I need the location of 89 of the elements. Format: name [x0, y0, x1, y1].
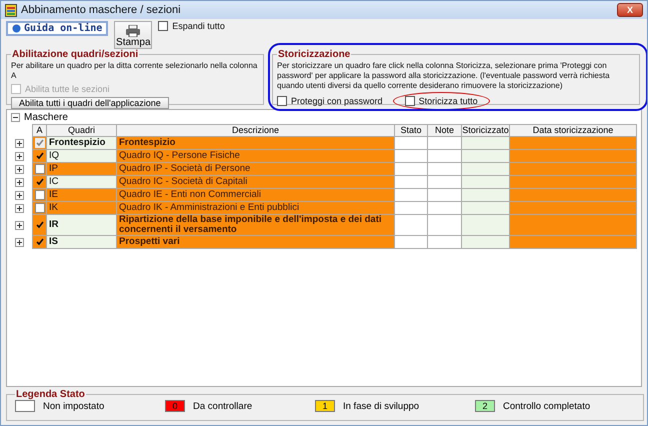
expand-icon[interactable] — [15, 221, 24, 230]
help-button[interactable]: Guida on-line — [6, 21, 108, 36]
history-cell — [462, 215, 510, 236]
history-cell — [462, 176, 510, 189]
row-checkbox[interactable] — [34, 190, 44, 200]
expand-icon[interactable] — [15, 191, 24, 200]
print-button[interactable]: Stampa — [114, 21, 152, 49]
description-cell: Frontespizio — [117, 137, 395, 150]
note-cell — [428, 176, 462, 189]
column-header: A — [32, 124, 47, 137]
note-cell — [428, 202, 462, 215]
row-checkbox[interactable] — [34, 177, 44, 187]
group-description: Per abilitare un quadro per la ditta corrente selezionarlo nella colonna A — [11, 61, 258, 81]
status-cell — [395, 202, 428, 215]
column-header: Descrizione — [117, 124, 395, 137]
quadro-cell: Frontespizio — [47, 137, 117, 150]
note-cell — [428, 189, 462, 202]
legend-title: Legenda Stato — [15, 389, 86, 400]
history-cell — [462, 163, 510, 176]
history-all-checkbox[interactable]: Storicizza tutto — [404, 96, 478, 106]
expand-icon[interactable] — [15, 139, 24, 148]
status-label: In fase di sviluppo — [343, 400, 420, 412]
description-cell: Quadro IQ - Persone Fisiche — [117, 150, 395, 163]
check-icon — [36, 221, 44, 229]
quadro-cell: IC — [47, 176, 117, 189]
quadro-cell: IR — [47, 215, 117, 236]
status-label: Da controllare — [193, 400, 252, 412]
quadro-cell: IS — [47, 236, 117, 249]
status-swatch: 1 — [315, 400, 335, 412]
history-cell — [462, 236, 510, 249]
description-cell: Quadro IC - Società di Capitali — [117, 176, 395, 189]
expand-icon[interactable] — [15, 238, 24, 247]
note-cell — [428, 163, 462, 176]
status-cell — [395, 150, 428, 163]
description-cell: Quadro IK - Amministrazioni e Enti pubblici — [117, 202, 395, 215]
status-label: Non impostato — [43, 400, 104, 412]
note-cell — [428, 236, 462, 249]
history-cell — [462, 189, 510, 202]
window-title: Abbinamento maschere / sezioni — [21, 4, 182, 16]
description-cell: Prospetti vari — [117, 236, 395, 249]
quadro-cell: IP — [47, 163, 117, 176]
expand-icon[interactable] — [15, 165, 24, 174]
history-cell — [462, 137, 510, 150]
quadro-cell: IE — [47, 189, 117, 202]
expand-icon[interactable] — [15, 178, 24, 187]
column-header: Stato — [395, 124, 428, 137]
column-header: Note — [428, 124, 462, 137]
row-checkbox[interactable] — [34, 151, 44, 161]
printer-icon — [125, 25, 142, 37]
check-icon — [36, 178, 44, 186]
status-cell — [395, 137, 428, 150]
column-header: Quadri — [47, 124, 117, 137]
status-swatch: 0 — [165, 400, 185, 412]
note-cell — [428, 137, 462, 150]
history-cell — [462, 202, 510, 215]
group-title: Storicizzazione — [277, 49, 352, 60]
row-checkbox[interactable] — [34, 164, 44, 174]
status-cell — [395, 236, 428, 249]
group-title: Abilitazione quadri/sezioni — [11, 49, 140, 60]
status-swatch: 2 — [475, 400, 495, 412]
tree-root-label: Maschere — [24, 112, 68, 123]
quadro-cell: IQ — [47, 150, 117, 163]
enable-all-button[interactable]: Abilita tutti i quadri dell'applicazione — [11, 97, 169, 109]
status-cell — [395, 176, 428, 189]
column-header: Data storicizzazione — [510, 124, 637, 137]
group-description: Per storicizzare un quadro fare click nella colonna Storicizza, selezionare prima 'Proteggi con password' per applicare la password alla storicizzazione. (l'eventuale password verrà richiesta quando utenti diversi da quello corrente desiderano rimuovere la storicizzazione) — [277, 61, 611, 91]
history-cell — [462, 150, 510, 163]
row-checkbox[interactable] — [34, 203, 44, 213]
status-label: Controllo completato — [503, 400, 590, 412]
expand-icon[interactable] — [15, 152, 24, 161]
description-cell: Quadro IP - Società di Persone — [117, 163, 395, 176]
close-button[interactable]: X — [617, 3, 643, 17]
check-icon — [36, 238, 44, 246]
description-cell: Ripartizione della base imponibile e dell'imposta e dei dati concernenti il versamento — [117, 215, 395, 236]
status-cell — [395, 163, 428, 176]
note-cell — [428, 150, 462, 163]
row-checkbox[interactable] — [34, 237, 44, 247]
expand-icon[interactable] — [15, 204, 24, 213]
protect-checkbox[interactable]: Proteggi con password — [277, 96, 383, 106]
expand-all-checkbox[interactable]: Espandi tutto — [158, 21, 225, 31]
status-cell — [395, 215, 428, 236]
row-checkbox[interactable] — [34, 220, 44, 230]
app-icon — [5, 4, 17, 16]
description-cell: Quadro IE - Enti non Commerciali — [117, 189, 395, 202]
status-cell — [395, 189, 428, 202]
collapse-icon[interactable] — [11, 113, 20, 122]
quadro-cell: IK — [47, 202, 117, 215]
note-cell — [428, 215, 462, 236]
column-header: Storicizzato — [462, 124, 510, 137]
